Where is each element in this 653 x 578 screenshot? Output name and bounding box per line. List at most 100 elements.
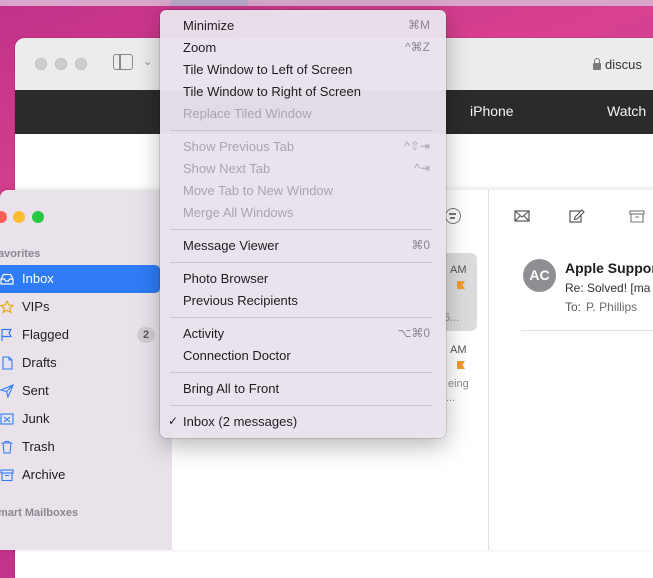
menu-item-activity[interactable]: Activity ⌥⌘0: [160, 323, 446, 345]
sidebar-item-archive[interactable]: Archive: [0, 461, 160, 489]
menu-item-label: Show Previous Tab: [183, 139, 295, 154]
menu-item-zoom[interactable]: Zoom ^⌘Z: [160, 37, 446, 59]
sidebar-item-label: Inbox: [22, 271, 54, 286]
nav-link-watch[interactable]: Watch: [607, 103, 646, 119]
archive-icon: [0, 469, 14, 482]
menubar-window-highlight[interactable]: [170, 0, 248, 6]
menu-item-label: Message Viewer: [183, 238, 279, 253]
inbox-icon: [0, 273, 14, 285]
to-label: To:: [565, 300, 582, 314]
menu-item-shortcut: ⌘0: [411, 238, 430, 252]
menu-item-tile-left[interactable]: Tile Window to Left of Screen: [160, 59, 446, 81]
message-snippet: eing: [448, 378, 469, 390]
menu-bar: [0, 0, 653, 6]
menu-item-label: Move Tab to New Window: [183, 183, 334, 198]
menu-separator: [170, 372, 432, 373]
unread-badge: 2: [137, 327, 155, 343]
nav-link-iphone[interactable]: iPhone: [470, 103, 514, 119]
sidebar-toggle-icon[interactable]: [113, 54, 133, 70]
menu-item-move-tab: Move Tab to New Window: [160, 180, 446, 202]
menu-item-show-next-tab: Show Next Tab ^⇥: [160, 158, 446, 180]
sidebar-item-label: Trash: [22, 439, 55, 454]
message-snippet: ...: [446, 392, 456, 404]
chevron-down-icon[interactable]: ⌄: [143, 55, 152, 68]
avatar: AC: [523, 259, 556, 292]
menu-item-minimize[interactable]: Minimize ⌘M: [160, 15, 446, 37]
menu-item-connection-doctor[interactable]: Connection Doctor: [160, 345, 446, 367]
menu-item-shortcut: ⌥⌘0: [397, 326, 430, 340]
menu-item-photo-browser[interactable]: Photo Browser: [160, 268, 446, 290]
mail-sidebar: avorites Inbox VIPs Flagged 2 Drafts Sen…: [0, 190, 173, 550]
zoom-button[interactable]: [75, 58, 87, 70]
sidebar-item-label: Archive: [22, 467, 66, 482]
message-time: AM: [450, 264, 467, 276]
sidebar-item-label: VIPs: [22, 299, 50, 314]
sidebar-item-drafts[interactable]: Drafts: [0, 349, 160, 377]
paperplane-icon: [0, 384, 14, 398]
menu-item-label: Replace Tiled Window: [183, 106, 312, 121]
menu-item-replace-tiled: Replace Tiled Window: [160, 103, 446, 125]
minimize-button[interactable]: [55, 58, 67, 70]
menu-item-shortcut: ^⌘Z: [405, 40, 430, 54]
menu-item-label: Tile Window to Left of Screen: [183, 62, 353, 77]
menu-item-show-previous-tab: Show Previous Tab ^⇧⇥: [160, 136, 446, 158]
checkmark-icon: ✓: [168, 414, 179, 428]
flag-icon: [457, 361, 465, 369]
menu-item-label: Activity: [183, 326, 225, 341]
menu-item-label: Bring All to Front: [183, 381, 280, 396]
sidebar-item-label: Sent: [22, 383, 49, 398]
star-icon: [0, 300, 14, 314]
menu-item-label: Merge All Windows: [183, 205, 294, 220]
divider: [521, 330, 653, 331]
menu-item-shortcut: ^⇧⇥: [404, 139, 430, 153]
menu-separator: [170, 130, 432, 131]
address-text: discus: [605, 56, 642, 72]
menu-item-label: Minimize: [183, 18, 235, 33]
sidebar-item-label: Junk: [22, 411, 50, 426]
menu-item-label: Tile Window to Right of Screen: [183, 84, 361, 99]
favorites-title: avorites: [0, 248, 41, 260]
envelope-icon[interactable]: [514, 209, 530, 223]
menu-item-merge-windows: Merge All Windows: [160, 202, 446, 224]
sidebar-item-vips[interactable]: VIPs: [0, 293, 160, 321]
sender-name: Apple Suppor: [565, 260, 653, 276]
close-button[interactable]: [0, 211, 7, 223]
junk-icon: [0, 413, 14, 425]
menu-item-label: Show Next Tab: [183, 161, 271, 176]
sidebar-item-junk[interactable]: Junk: [0, 405, 160, 433]
menu-item-bring-all-to-front[interactable]: Bring All to Front: [160, 378, 446, 400]
sidebar-item-sent[interactable]: Sent: [0, 377, 160, 405]
address-bar[interactable]: discus: [593, 51, 653, 77]
menu-item-label: Zoom: [183, 40, 217, 55]
sidebar-item-inbox[interactable]: Inbox: [0, 265, 160, 293]
sidebar-item-trash[interactable]: Trash: [0, 433, 160, 461]
smart-mailboxes-title: mart Mailboxes: [0, 507, 79, 519]
menu-item-label: Connection Doctor: [183, 348, 291, 363]
trash-icon: [1, 440, 13, 454]
close-button[interactable]: [35, 58, 47, 70]
menu-item-label: Photo Browser: [183, 271, 269, 286]
zoom-button[interactable]: [32, 211, 44, 223]
menu-item-previous-recipients[interactable]: Previous Recipients: [160, 290, 446, 312]
menu-item-tile-right[interactable]: Tile Window to Right of Screen: [160, 81, 446, 103]
sidebar-item-label: Drafts: [22, 355, 57, 370]
recipient-row: To: P. Phillips: [565, 300, 637, 314]
compose-icon[interactable]: [569, 209, 585, 223]
window-menu: Minimize ⌘M Zoom ^⌘Z Tile Window to Left…: [160, 10, 446, 438]
message-reader: AC Apple Suppor Re: Solved! [ma To: P. Ph…: [489, 190, 653, 550]
archive-icon[interactable]: [629, 209, 645, 223]
recipient-name[interactable]: P. Phillips: [586, 300, 637, 314]
message-subject: Re: Solved! [ma: [565, 281, 651, 295]
doc-icon: [2, 356, 13, 370]
filter-icon[interactable]: [445, 208, 461, 224]
minimize-button[interactable]: [13, 211, 25, 223]
flag-icon: [1, 328, 13, 341]
menu-item-inbox-window[interactable]: ✓ Inbox (2 messages): [160, 411, 446, 433]
menu-item-label: Inbox (2 messages): [183, 414, 298, 429]
menu-separator: [170, 317, 432, 318]
menu-separator: [170, 229, 432, 230]
menu-item-label: Previous Recipients: [183, 293, 298, 308]
lock-icon: [593, 57, 601, 70]
sidebar-item-flagged[interactable]: Flagged 2: [0, 321, 160, 349]
menu-item-message-viewer[interactable]: Message Viewer ⌘0: [160, 235, 446, 257]
